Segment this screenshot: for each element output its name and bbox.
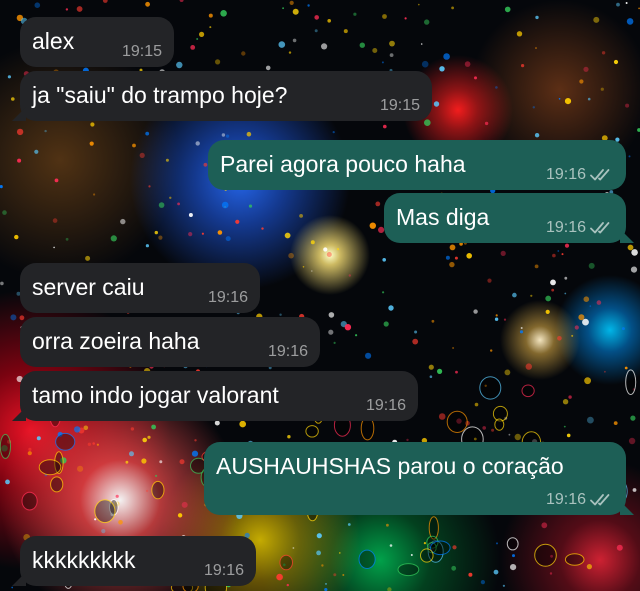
message-meta: 19:16: [546, 219, 614, 237]
message-bubble-incoming[interactable]: server caiu 19:16: [20, 263, 260, 313]
message-text: Parei agora pouco haha: [220, 151, 466, 177]
message-time: 19:16: [203, 562, 244, 579]
message-time: 19:16: [545, 491, 586, 508]
message-time: 19:15: [121, 43, 162, 60]
message-bubble-incoming[interactable]: orra zoeira haha 19:16: [20, 317, 320, 367]
message-text: tamo indo jogar valorant: [32, 382, 279, 408]
message-bubble-outgoing[interactable]: AUSHAUHSHAS parou o coração 19:16: [204, 442, 634, 515]
message-meta: 19:16: [268, 343, 308, 361]
message-time: 19:15: [379, 97, 420, 114]
message-text: server caiu: [32, 274, 145, 300]
double-check-icon: [590, 493, 614, 507]
message-meta: 19:15: [380, 97, 420, 115]
message-bubble-outgoing[interactable]: Parei agora pouco haha 19:16: [208, 140, 626, 190]
message-bubble-incoming[interactable]: ja "saiu" do trampo hoje? 19:15: [12, 71, 432, 121]
message-text: alex: [32, 28, 75, 54]
message-bubble-incoming[interactable]: kkkkkkkkk 19:16: [12, 536, 256, 586]
message-meta: 19:16: [546, 166, 614, 184]
message-text: kkkkkkkkk: [32, 547, 136, 573]
message-meta: 19:16: [366, 397, 406, 415]
message-bubble-outgoing[interactable]: Mas diga 19:16: [384, 193, 634, 243]
message-text: ja "saiu" do trampo hoje?: [32, 82, 288, 108]
message-time: 19:16: [545, 166, 586, 183]
message-meta: 19:16: [546, 491, 614, 509]
message-time: 19:16: [365, 397, 406, 414]
double-check-icon: [590, 221, 614, 235]
message-time: 19:16: [267, 343, 308, 360]
message-time: 19:16: [207, 289, 248, 306]
message-bubble-incoming[interactable]: alex 19:15: [20, 17, 174, 67]
message-bubble-incoming[interactable]: tamo indo jogar valorant 19:16: [12, 371, 418, 421]
message-text: Mas diga: [396, 204, 490, 230]
message-text: AUSHAUHSHAS parou o coração: [216, 453, 564, 479]
message-meta: 19:15: [122, 43, 162, 61]
double-check-icon: [590, 168, 614, 182]
message-time: 19:16: [545, 219, 586, 236]
message-text: orra zoeira haha: [32, 328, 200, 354]
chat-thread[interactable]: alex 19:15 ja "saiu" do trampo hoje? 19:…: [0, 0, 640, 591]
message-meta: 19:16: [208, 289, 248, 307]
message-meta: 19:16: [204, 562, 244, 580]
